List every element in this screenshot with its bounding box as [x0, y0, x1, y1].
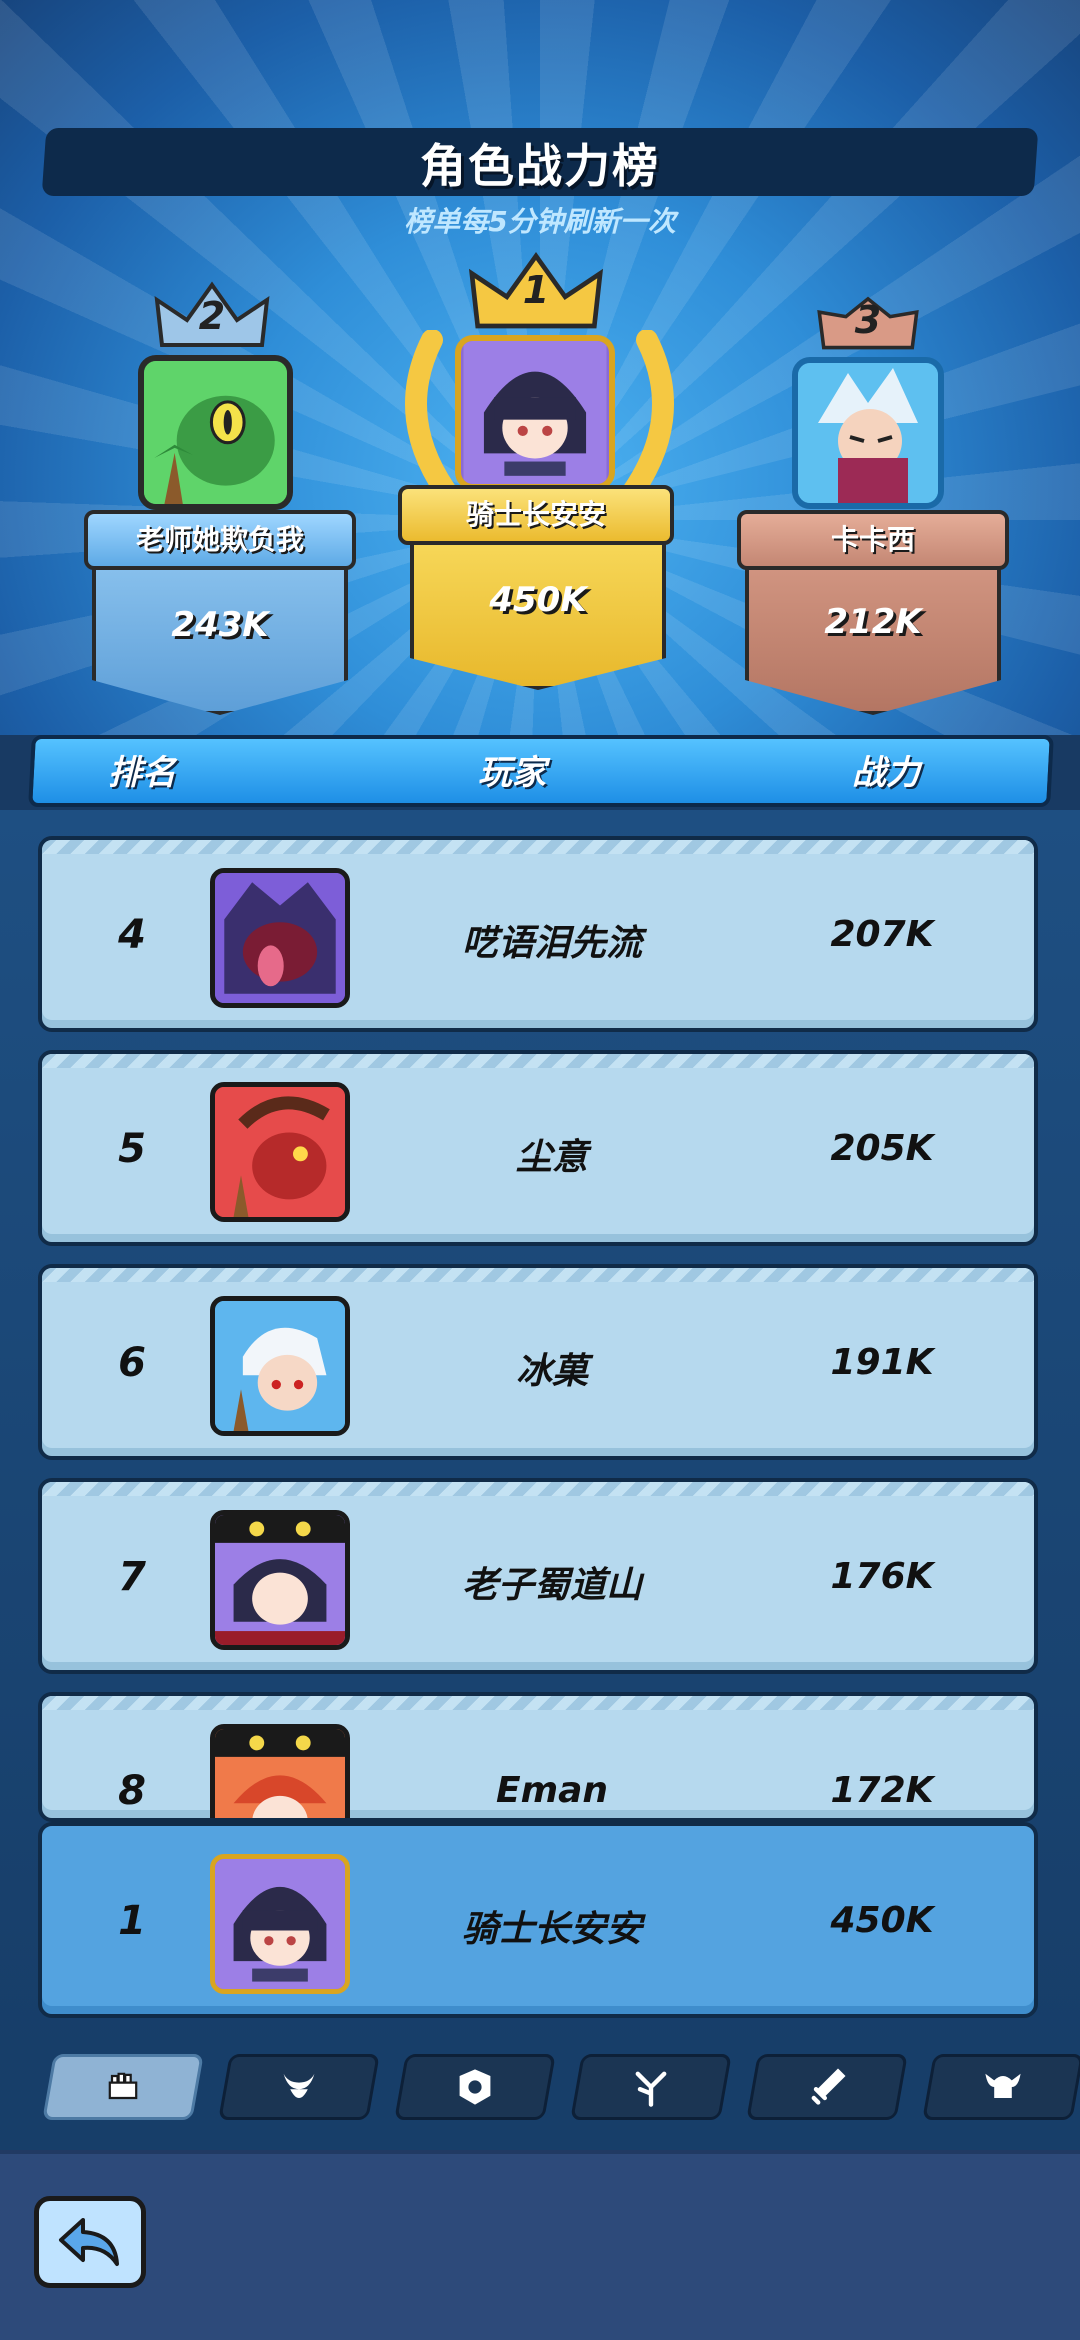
table-row[interactable]: 4 呓语泪先流 207K: [38, 836, 1038, 1032]
podium-third-name: 卡卡西: [830, 523, 915, 556]
row-player-name: 呓语泪先流: [461, 923, 642, 964]
viking-helmet-icon: [928, 2062, 1078, 2112]
row-power: 176K: [830, 1556, 934, 1597]
table-row[interactable]: 6 冰菓 191K: [38, 1264, 1038, 1460]
row-avatar[interactable]: [210, 1082, 350, 1222]
row-power: 172K: [830, 1770, 934, 1811]
row-player-name: 冰菓: [515, 1351, 588, 1392]
page-title: 角色战力榜: [420, 139, 660, 193]
row-avatar[interactable]: [210, 1510, 350, 1650]
monster-mouth-avatar-icon: [215, 873, 345, 1003]
row-rank: 7: [118, 1554, 146, 1600]
column-rank-label: 排名: [108, 753, 176, 793]
row-rank: 6: [118, 1340, 146, 1386]
row-power: 205K: [830, 1128, 934, 1169]
podium-third-name-bar: 卡卡西: [737, 510, 1009, 570]
table-row[interactable]: 5 尘意 205K: [38, 1050, 1038, 1246]
ninja-avatar-icon: [798, 363, 938, 503]
podium-second-name-bar: 老师她欺负我: [84, 510, 356, 570]
podium-second-avatar[interactable]: [138, 355, 293, 510]
row-avatar[interactable]: [210, 1296, 350, 1436]
podium-first-avatar[interactable]: [455, 335, 615, 490]
podium-third-score: 212K: [824, 602, 922, 642]
dark-hair-girl-avatar-icon: [215, 1515, 345, 1645]
podium-second-score: 243K: [171, 605, 269, 645]
row-avatar[interactable]: [210, 868, 350, 1008]
row-power: 191K: [830, 1342, 934, 1383]
back-button[interactable]: [34, 2196, 146, 2288]
bottom-bar: [0, 2150, 1080, 2340]
back-arrow-icon: [59, 2218, 119, 2266]
my-power: 450K: [830, 1900, 934, 1941]
row-player-name: Eman: [495, 1770, 609, 1811]
row-rank: 8: [118, 1768, 146, 1814]
horned-helmet-icon: [224, 2062, 374, 2112]
row-rank: 4: [118, 912, 146, 958]
row-rank: 5: [118, 1126, 146, 1172]
row-power: 207K: [830, 914, 934, 955]
fist-icon: [48, 2062, 198, 2112]
silver-crown-icon: 2: [152, 280, 272, 350]
podium-first-score: 450K: [489, 580, 587, 620]
podium-second-name: 老师她欺负我: [135, 523, 304, 556]
branch-icon: [576, 2062, 726, 2112]
red-hair-girl-avatar-icon: [215, 1729, 345, 1818]
column-player-label: 玩家: [478, 753, 546, 793]
podium-first-name: 骑士长安安: [465, 498, 606, 531]
red-demon-avatar-icon: [215, 1087, 345, 1217]
podium-third-avatar[interactable]: [792, 357, 944, 509]
dragon-avatar-icon: [144, 361, 287, 504]
refresh-notice: 榜单每5分钟刷新一次: [404, 205, 676, 238]
bronze-crown-icon: 3: [808, 290, 928, 352]
table-row[interactable]: 7 老子蜀道山 176K: [38, 1478, 1038, 1674]
podium-first-name-bar: 骑士长安安: [398, 485, 674, 545]
shield-emblem-icon: [400, 2062, 550, 2112]
white-hair-avatar-icon: [215, 1301, 345, 1431]
knight-girl-avatar-icon: [463, 341, 607, 484]
gold-crown-icon: 1: [466, 250, 606, 332]
row-player-name: 尘意: [515, 1137, 588, 1178]
my-player-name: 骑士长安安: [461, 1909, 642, 1950]
row-avatar[interactable]: [210, 1724, 350, 1818]
my-avatar[interactable]: [210, 1854, 350, 1994]
row-player-name: 老子蜀道山: [461, 1565, 642, 1606]
my-rank-row[interactable]: 1 骑士长安安 450K: [38, 1822, 1038, 2018]
table-row[interactable]: 8 Eman 172K: [38, 1692, 1038, 1822]
ranking-list[interactable]: 4 呓语泪先流 207K 5 尘意 205K 6 冰菓 191K 7 老子蜀道山…: [0, 810, 1080, 2050]
knight-girl-avatar-icon: [215, 1859, 345, 1989]
column-power-label: 战力: [852, 753, 920, 793]
my-rank: 1: [118, 1898, 146, 1944]
sword-icon: [752, 2062, 902, 2112]
